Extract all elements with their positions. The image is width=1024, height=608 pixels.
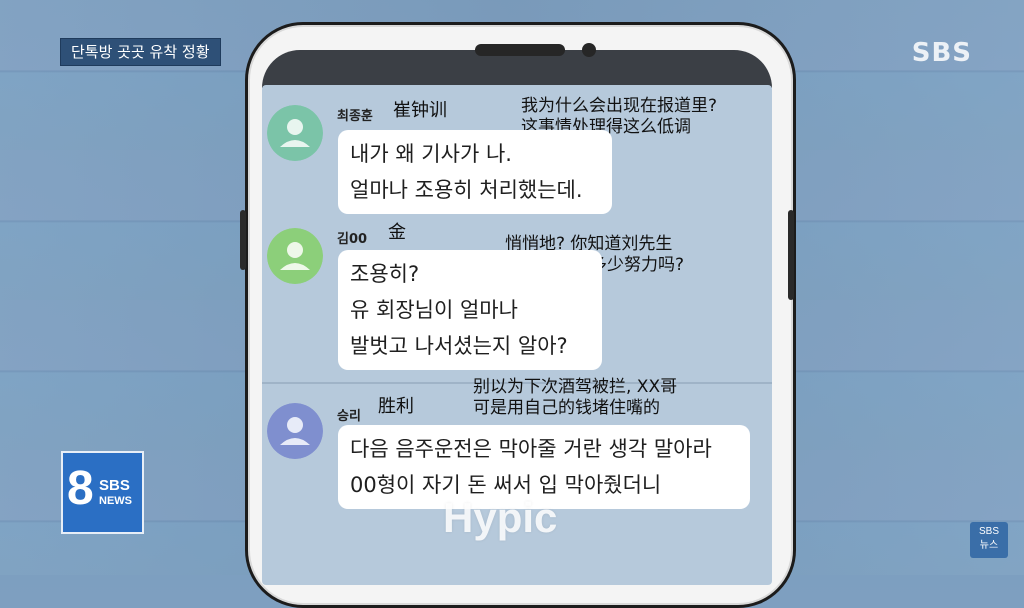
sender-translation: 金	[388, 222, 406, 243]
sender-translation: 胜利	[378, 396, 414, 417]
message-line: 다음 음주운전은 막아줄 거란 생각 말아라	[350, 437, 712, 461]
sbs-news-logo: SBS 뉴스	[970, 522, 1008, 558]
phone-side-button-right	[788, 210, 794, 300]
avatar[interactable]	[267, 403, 323, 459]
logo-text: NEWS	[99, 495, 132, 507]
message-bubble[interactable]: 내가 왜 기사가 나. 얼마나 조용히 처리했는데.	[338, 130, 612, 214]
translation-line: 我为什么会出现在报道里?	[521, 96, 718, 116]
sbs-8-news-logo: 8 SBS NEWS	[61, 451, 144, 534]
sender-name: 최종훈	[337, 109, 373, 124]
logo-text: SBS	[978, 526, 999, 537]
logo-text: 뉴스	[979, 540, 999, 551]
translation-overlay: 别以为下次酒驾被拦, XX哥 可是用自己的钱堵住嘴的	[473, 377, 677, 419]
sbs-channel-logo: SBS	[911, 38, 972, 68]
translation-line: 别以为下次酒驾被拦, XX哥	[473, 377, 678, 397]
person-icon	[267, 228, 323, 284]
message-line: 내가 왜 기사가 나.	[350, 142, 512, 166]
news-headline: 단톡방 곳곳 유착 정황	[60, 38, 221, 66]
logo-text: SBS	[99, 477, 130, 494]
translation-line: 可是用自己的钱堵住嘴的	[473, 398, 660, 418]
message-line: 조용히?	[350, 262, 420, 286]
hypic-watermark: Hypic	[443, 494, 558, 541]
message-line: 유 회장님이 얼마나	[350, 298, 518, 322]
sender-name: 김00	[337, 232, 368, 247]
person-icon	[267, 105, 323, 161]
avatar[interactable]	[267, 228, 323, 284]
sender-translation: 崔钟训	[393, 100, 447, 121]
logo-number: 8	[67, 462, 94, 515]
message-line: 얼마나 조용히 처리했는데.	[350, 178, 583, 202]
sender-name: 승리	[337, 409, 361, 424]
avatar[interactable]	[267, 105, 323, 161]
phone-camera	[582, 43, 596, 57]
phone-side-button-left	[240, 210, 246, 270]
message-line: 발벗고 나서셨는지 알아?	[350, 334, 568, 358]
message-bubble[interactable]: 조용히? 유 회장님이 얼마나 발벗고 나서셨는지 알아?	[338, 250, 602, 370]
person-icon	[267, 403, 323, 459]
phone-speaker	[475, 44, 565, 56]
